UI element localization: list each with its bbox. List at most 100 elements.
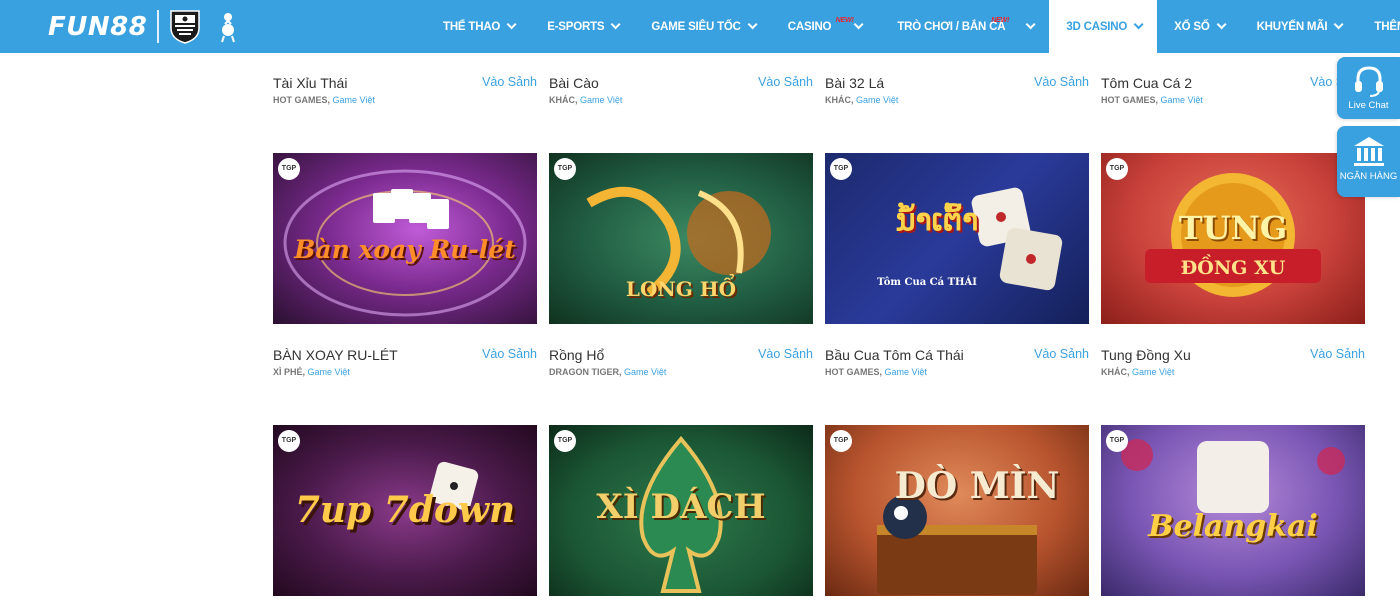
- nav-xo-so[interactable]: XỔ SỐ: [1157, 0, 1239, 53]
- nav-label: CASINO: [787, 20, 832, 33]
- tgp-provider-badge: TGP: [1106, 158, 1128, 180]
- tgp-provider-badge: TGP: [278, 158, 300, 180]
- game-art-title: LONG HỔ: [625, 277, 737, 301]
- bank-label: NGÂN HÀNG: [1339, 171, 1398, 182]
- game-art-subtitle: ĐỒNG XU: [1180, 257, 1286, 279]
- game-art-subtitle: Tôm Cua Cá THÁI: [877, 277, 977, 288]
- nav-khuyen-mai[interactable]: KHUYẾN MÃI: [1240, 0, 1358, 53]
- category-label: XÌ PHÉ,: [273, 367, 306, 377]
- game-viet-tag[interactable]: Game Việt: [885, 367, 927, 377]
- chevron-down-icon: [506, 19, 517, 30]
- nav-label: TRÒ CHƠI / BẮN CÁ: [897, 20, 1006, 33]
- treasure-chest-icon: [877, 495, 1037, 595]
- nav-label: THÊM: [1374, 20, 1400, 33]
- game-art-title: TUNG: [1178, 209, 1288, 247]
- game-title: Tài Xỉu Thái: [273, 75, 348, 91]
- game-categories: KHÁC, Game Việt: [825, 95, 898, 105]
- game-thumbnail[interactable]: Belangkai TGP: [1101, 425, 1365, 596]
- live-chat-button[interactable]: Live Chat: [1337, 57, 1400, 119]
- nav-label: 3D CASINO: [1066, 20, 1128, 33]
- game-viet-tag[interactable]: Game Việt: [1132, 367, 1174, 377]
- game-viet-tag[interactable]: Game Việt: [856, 95, 898, 105]
- game-categories: KHÁC, Game Việt: [549, 95, 622, 105]
- nav-the-thao[interactable]: THỂ THAO: [426, 0, 530, 53]
- game-title: Bầu Cua Tôm Cá Thái: [825, 347, 964, 363]
- newcastle-crest-icon: [170, 10, 200, 44]
- game-viet-tag[interactable]: Game Việt: [624, 367, 666, 377]
- chevron-down-icon: [1025, 19, 1036, 30]
- game-viet-tag[interactable]: Game Việt: [580, 95, 622, 105]
- game-title: Tôm Cua Cá 2: [1101, 75, 1193, 91]
- nav-tro-choi-ban-ca[interactable]: TRÒ CHƠI / BẮN CÁ NEW!: [880, 0, 1049, 53]
- game-viet-tag[interactable]: Game Việt: [1161, 95, 1203, 105]
- nav-them[interactable]: THÊM: [1357, 0, 1400, 53]
- category-label: DRAGON TIGER,: [549, 367, 622, 377]
- tgp-provider-badge: TGP: [1106, 430, 1128, 452]
- chevron-down-icon: [1216, 19, 1227, 30]
- game-art-title: XÌ DÁCH: [596, 487, 766, 527]
- dice-icon: [971, 187, 1063, 291]
- game-categories: XÌ PHÉ, Game Việt: [273, 367, 350, 377]
- enter-lobby-link[interactable]: Vào Sảnh: [758, 347, 813, 361]
- game-title: Tung Đồng Xu: [1101, 347, 1191, 363]
- category-label: KHÁC,: [549, 95, 578, 105]
- chevron-down-icon: [611, 19, 621, 30]
- game-thumbnail[interactable]: XÌ DÁCH TGP: [549, 425, 813, 596]
- nav-label: E-SPORTS: [547, 20, 605, 33]
- enter-lobby-link[interactable]: Vào Sảnh: [1310, 347, 1365, 361]
- chevron-down-icon: [747, 19, 758, 30]
- game-thumbnail[interactable]: TUNG ĐỒNG XU TGP: [1101, 153, 1365, 324]
- tottenham-crest-icon: [221, 13, 235, 43]
- game-thumbnail[interactable]: 7up 7down TGP: [273, 425, 537, 596]
- chevron-down-icon: [1133, 19, 1144, 30]
- game-art-title: Bàn xoay Ru-lét: [294, 235, 516, 264]
- enter-lobby-link[interactable]: Vào Sảnh: [1034, 347, 1089, 361]
- game-viet-tag[interactable]: Game Việt: [308, 367, 350, 377]
- nav-label: GAME SIÊU TỐC: [651, 20, 741, 33]
- nav-game-sieu-toc[interactable]: GAME SIÊU TỐC: [634, 0, 770, 53]
- new-badge: NEW!: [835, 17, 854, 24]
- game-thumbnail[interactable]: Bàn xoay Ru-lét TGP: [273, 153, 537, 324]
- fun88-logo[interactable]: FUN88: [48, 12, 147, 42]
- bank-button[interactable]: NGÂN HÀNG: [1337, 126, 1400, 197]
- category-label: HOT GAMES,: [273, 95, 331, 105]
- game-title: Bài Cào: [549, 75, 599, 91]
- enter-lobby-link[interactable]: Vào Sảnh: [758, 75, 813, 89]
- category-label: KHÁC,: [1101, 367, 1130, 377]
- nav-3d-casino[interactable]: 3D CASINO: [1049, 0, 1158, 53]
- nav-label: THỂ THAO: [443, 20, 501, 33]
- game-art-title: DÒ MÌN: [894, 465, 1060, 507]
- category-label: KHÁC,: [825, 95, 854, 105]
- enter-lobby-link[interactable]: Vào Sảnh: [1034, 75, 1089, 89]
- tgp-provider-badge: TGP: [830, 430, 852, 452]
- game-categories: HOT GAMES, Game Việt: [825, 367, 927, 377]
- nav-e-sports[interactable]: E-SPORTS: [530, 0, 634, 53]
- game-thumbnail[interactable]: DÒ MÌN TGP: [825, 425, 1089, 596]
- bank-icon: [1353, 137, 1384, 166]
- game-categories: HOT GAMES, Game Việt: [273, 95, 375, 105]
- game-categories: DRAGON TIGER, Game Việt: [549, 367, 666, 377]
- nav-label: KHUYẾN MÃI: [1256, 20, 1328, 33]
- headset-icon: [1354, 66, 1383, 97]
- game-thumbnail[interactable]: ນ້ຳເຕົ້າ Tôm Cua Cá THÁI TGP: [825, 153, 1089, 324]
- logo-divider: [157, 10, 159, 43]
- enter-lobby-link[interactable]: Vào Sảnh: [482, 75, 537, 89]
- game-categories: HOT GAMES, Game Việt: [1101, 95, 1203, 105]
- tgp-provider-badge: TGP: [554, 158, 576, 180]
- new-badge: NEW!: [991, 17, 1010, 24]
- enter-lobby-link[interactable]: Vào Sảnh: [482, 347, 537, 361]
- category-label: HOT GAMES,: [1101, 95, 1159, 105]
- game-art-title: Belangkai: [1148, 509, 1318, 544]
- category-label: HOT GAMES,: [825, 367, 883, 377]
- game-viet-tag[interactable]: Game Việt: [333, 95, 375, 105]
- main-nav: THỂ THAO E-SPORTS GAME SIÊU TỐC CASINO N…: [426, 0, 1400, 53]
- game-title: Rồng Hổ: [549, 347, 605, 363]
- nav-casino[interactable]: CASINO NEW!: [771, 0, 881, 53]
- game-thumbnail[interactable]: LONG HỔ TGP: [549, 153, 813, 324]
- nav-label: XỔ SỐ: [1174, 20, 1210, 33]
- game-art-title: ນ້ຳເຕົ້າ: [895, 203, 979, 238]
- game-title: Bài 32 Lá: [825, 75, 885, 91]
- live-chat-label: Live Chat: [1348, 100, 1389, 111]
- chevron-down-icon: [853, 19, 864, 30]
- game-categories: KHÁC, Game Việt: [1101, 367, 1174, 377]
